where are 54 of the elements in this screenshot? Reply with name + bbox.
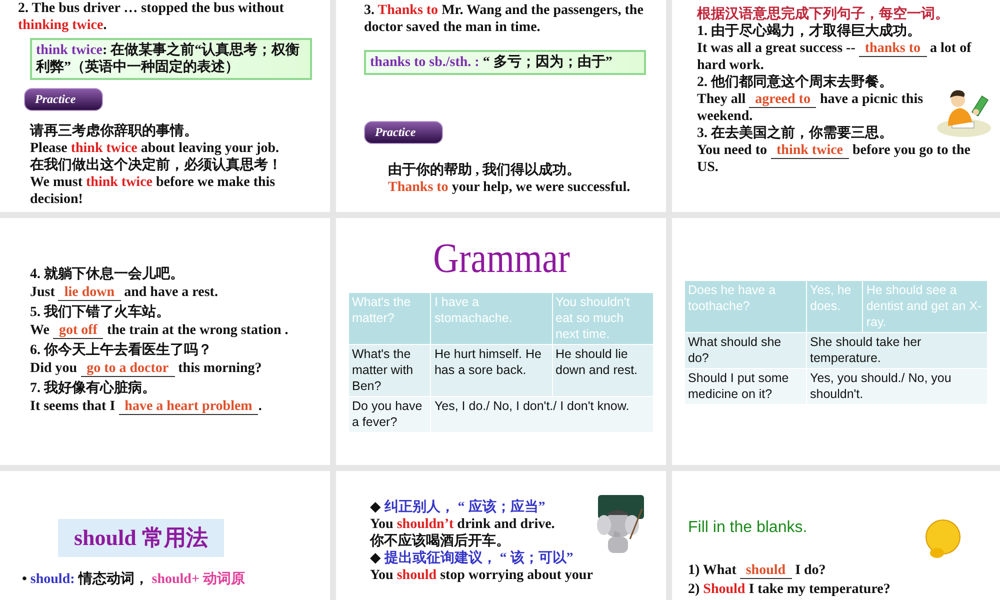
table-cell: He hurt himself. He has a sore back. — [431, 345, 552, 396]
practice-label: Practice — [364, 121, 443, 144]
slide-text: We must think twice before we make this decision! — [30, 174, 276, 208]
slide-text: 5. 我们下错了火车站。 — [30, 304, 171, 321]
table-cell: What should she do? — [685, 333, 806, 368]
table-cell: She should take her temperature. — [807, 333, 987, 368]
definition-box: think twice: 在做某事之前“认真思考；权衡利弊”（英语中一种固定的表述） — [30, 38, 312, 80]
slide-text: 6. 你今天上午去看医生了吗？ — [30, 342, 213, 359]
slide-text: 1) What should I do? — [688, 562, 827, 579]
slide-text: ◆ 纠正别人， “ 应该；应当” — [370, 499, 546, 516]
slide-text: Thanks to your help, we were successful. — [388, 179, 632, 196]
slide-text: You need to think twice before you go to the US. — [697, 142, 972, 176]
slide-text: They all agreed to have a picnic this weekend. — [697, 91, 924, 124]
slide-text: Did you go to a doctor this morning? — [30, 360, 263, 377]
slide-text: 3. Thanks to Mr. Wang and the passengers, the doctor saved the man in time. — [364, 2, 644, 36]
slide-text: 你不应该喝酒后开车。 — [370, 533, 510, 550]
slide-text: 7. 我好像有心脏病。 — [30, 380, 157, 397]
table-header-cell: Does he have a toothache? — [685, 281, 806, 332]
slide-text: • should: 情态动词， should+ 动词原 — [22, 571, 246, 588]
table-cell: Do you have a fever? — [349, 397, 430, 432]
table-cell: He should lie down and rest. — [552, 345, 653, 396]
slide-text: 2. The bus driver … stopped the bus without thinking twice. — [18, 0, 285, 34]
slide-text: Please think twice about leaving your job. — [30, 140, 280, 156]
definition-box: thanks to sb./sth. : “ 多亏；因为；由于” — [364, 50, 646, 75]
table-cell: Should I put some medicine on it? — [685, 369, 806, 404]
slide-text: We got off the train at the wrong station . — [30, 322, 290, 339]
slide-text: 4. 就躺下休息一会儿吧。 — [30, 266, 185, 283]
table-cell: What's the matter with Ben? — [349, 345, 430, 396]
slide-text: 请再三考虑你辞职的事情。 — [30, 123, 199, 140]
thinking-face-icon — [924, 519, 962, 559]
slide-text: ◆ 提出或征询建议， “ 该；可以” — [370, 550, 574, 567]
slide-title: Grammar — [432, 236, 570, 282]
slide-text: 2) Should I take my temperature? — [688, 581, 892, 598]
table-header-cell: You shouldn't eat so much next time. — [552, 293, 653, 344]
table-cell: Yes, you should./ No, you shouldn't. — [807, 369, 987, 404]
slide-heading: Fill in the blanks. — [688, 519, 808, 536]
table-cell: Yes, I do./ No, I don't./ I don't know. — [431, 397, 653, 432]
slide-text: 根据汉语意思完成下列句子，每空一词。 — [697, 6, 950, 22]
practice-label: Practice — [24, 88, 103, 111]
slide-text: You should stop worrying about your — [370, 567, 594, 584]
table-header-cell: Yes, he does. — [807, 281, 862, 332]
slide-text: 由于你的帮助 , 我们得以成功。 — [388, 162, 582, 179]
slide-text: 在我们做出这个决定前，必须认真思考！ — [30, 157, 283, 174]
table-header-cell: I have a stomachache. — [431, 293, 552, 344]
slide-text: 1. 由于尽心竭力，才取得巨大成功。 — [697, 23, 922, 40]
slide-text: You shouldn’t drink and drive. — [370, 516, 556, 532]
slide-title: should 常用法 — [58, 519, 224, 557]
slide-text: 2. 他们都同意这个周末去野餐。 — [697, 74, 894, 91]
slide-text: 3. 在去美国之前，你需要三思。 — [697, 125, 894, 142]
table-header-cell: He should see a dentist and get an X-ray. — [863, 281, 987, 332]
slide-text: It was all a great success -- thanks to a lot of hard work. — [697, 40, 972, 74]
slide-text: Just lie down and have a rest. — [30, 284, 219, 301]
table-header-cell: What's the matter? — [349, 293, 430, 344]
slide-text: It seems that I have a heart problem . — [30, 398, 263, 415]
